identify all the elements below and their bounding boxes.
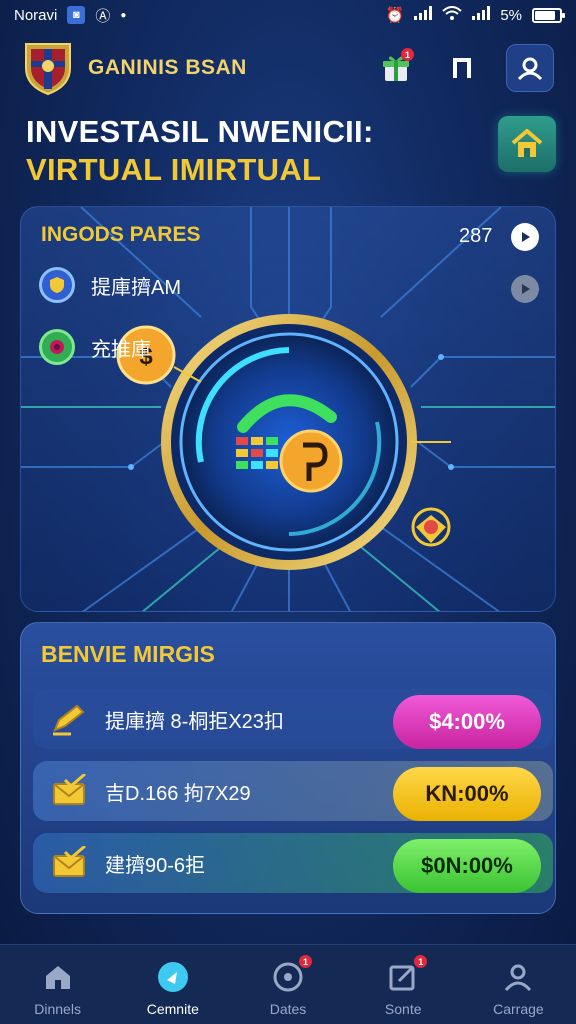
home-icon <box>40 959 76 995</box>
asset-row-1[interactable]: 提庫擠AM <box>39 267 181 303</box>
shield-coin-icon <box>39 267 75 303</box>
nav-item-dinnels[interactable]: Dinnels <box>0 945 115 1024</box>
page-title-line1: INVESTASIL NWENICII: <box>26 114 374 149</box>
app-name: GANINIS BSAN <box>88 56 247 79</box>
dot-icon: ● <box>120 9 127 21</box>
play-arrow-icon <box>522 284 530 294</box>
signal-icon-2 <box>472 6 491 24</box>
nav-label: Dinnels <box>34 1001 81 1017</box>
status-bar: Noravi ◙ Ⓐ ● ⏰ 5% <box>0 0 576 30</box>
benefit-item-3[interactable]: 建擠90-6拒 $0N:00% <box>33 833 553 893</box>
benefit-value-pill[interactable]: $4:00% <box>393 695 541 749</box>
bottom-navigation: Dinnels Cemnite 1 Dates 1 Sonte Carrage <box>0 944 576 1024</box>
app-header: GANINIS BSAN 1 <box>0 38 576 98</box>
sync-icon: Ⓐ <box>95 7 111 25</box>
edit-icon: 1 <box>385 955 428 995</box>
benefit-label: 提庫擠 8-桐拒X23扣 <box>105 710 284 733</box>
featured-card: $ INGODS PARES 287 提庫擠AM 充推庫 <box>20 206 556 612</box>
nav-item-dates[interactable]: 1 Dates <box>230 945 345 1024</box>
crest-logo-icon <box>22 40 74 96</box>
asset-label: 提庫擠AM <box>91 276 181 299</box>
alarm-icon: ⏰ <box>385 7 405 24</box>
nav-badge: 1 <box>299 955 312 968</box>
play-arrow-icon <box>522 232 530 242</box>
user-icon <box>500 959 536 995</box>
nav-label: Dates <box>269 1001 307 1017</box>
battery-percent: 5% <box>500 6 522 24</box>
nav-label: Carrage <box>493 1001 544 1017</box>
carrier-name: Noravi <box>14 6 58 24</box>
profile-button[interactable] <box>506 44 554 92</box>
benefits-title: BENVIE MIRGIS <box>41 641 215 667</box>
compass-icon <box>155 959 191 995</box>
envelope-check-icon <box>53 774 86 805</box>
signal-icon <box>414 6 433 24</box>
featured-next-button[interactable] <box>511 223 539 251</box>
nav-item-sonte[interactable]: 1 Sonte <box>346 945 461 1024</box>
battery-icon <box>532 7 565 23</box>
benefit-item-1[interactable]: 提庫擠 8-桐拒X23扣 $4:00% <box>33 689 553 749</box>
page-title-line2: VIRTUAL IMIRTUAL <box>26 152 322 187</box>
music-button[interactable] <box>440 46 484 90</box>
nav-label: Cemnite <box>146 1001 199 1017</box>
benefit-value-pill[interactable]: KN:00% <box>393 767 541 821</box>
user-support-icon <box>517 57 543 81</box>
pencil-icon <box>53 704 85 736</box>
home-icon <box>511 129 543 157</box>
music-note-icon <box>453 58 471 78</box>
benefit-label: 吉D.166 拘7X29 <box>105 782 251 805</box>
wifi-icon <box>442 6 462 24</box>
asset-1-arrow-button[interactable] <box>511 275 539 303</box>
home-button[interactable] <box>498 116 556 172</box>
nav-item-carrage[interactable]: Carrage <box>461 945 576 1024</box>
benefit-item-2[interactable]: 吉D.166 拘7X29 KN:00% <box>33 761 553 821</box>
benefit-label: 建擠90-6拒 <box>105 854 206 877</box>
benefit-value: $4:00% <box>429 709 505 734</box>
cart-badge: 1 <box>401 48 414 61</box>
envelope-check-icon <box>53 846 86 877</box>
asset-row-2[interactable]: 充推庫 <box>39 329 151 365</box>
asset-label: 充推庫 <box>91 338 151 361</box>
featured-count: 287 <box>459 225 493 247</box>
benefit-value: $0N:00% <box>421 853 513 878</box>
notification-app-icon: ◙ <box>67 6 86 24</box>
nav-item-cemnite[interactable]: Cemnite <box>115 945 230 1024</box>
nav-label: Sonte <box>384 1001 422 1017</box>
target-coin-icon <box>39 329 75 365</box>
nav-badge: 1 <box>414 955 428 968</box>
gift-cart-button[interactable]: 1 <box>374 46 418 90</box>
benefit-value-pill[interactable]: $0N:00% <box>393 839 541 893</box>
game-disc-icon: 1 <box>270 955 312 995</box>
benefit-value: KN:00% <box>425 781 509 806</box>
featured-title: INGODS PARES <box>41 223 201 246</box>
benefits-card: BENVIE MIRGIS 提庫擠 8-桐拒X23扣 $4:00% 吉D.166… <box>20 622 556 914</box>
